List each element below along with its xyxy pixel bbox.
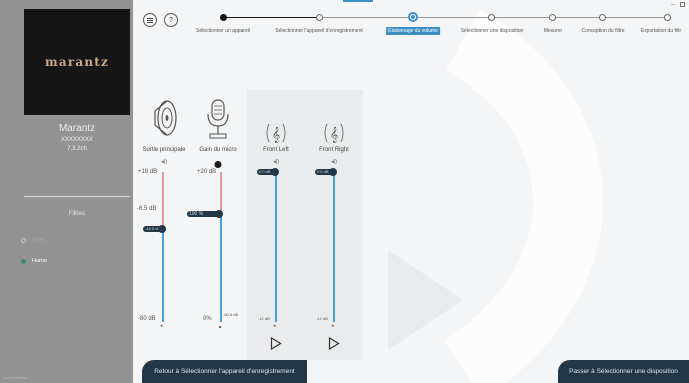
back-button[interactable]: Retour à Sélectionner l'appareil d'enreg… <box>142 360 307 383</box>
step-5-label[interactable]: Mesurer <box>544 28 562 34</box>
filters-heading: Filtres <box>68 211 86 217</box>
step-2-dot[interactable] <box>316 14 323 21</box>
front-left-label: Front Left <box>263 147 289 153</box>
step-7-label[interactable]: Exportation du filtr <box>641 28 681 34</box>
front-left-speaker-icon: ◂)) <box>273 159 279 165</box>
front-right-channel: 𝄞 Front Right ◂)) 0.0 dB -12 dB ◂ <box>305 90 363 360</box>
front-right-track <box>333 172 335 322</box>
front-right-volume-slider[interactable]: 0.0 dB <box>315 168 337 176</box>
device-config: 7.3.2ch <box>67 146 87 152</box>
front-right-label: Front Right <box>319 147 349 153</box>
mic-record-indicator[interactable] <box>214 161 222 168</box>
svg-text:𝄞: 𝄞 <box>272 127 280 143</box>
treble-clef-icon: 𝄞 <box>266 123 286 143</box>
main-output-max: +18 dB <box>138 169 158 175</box>
front-left-min: -12 dB <box>258 316 270 321</box>
step-3-label[interactable]: Étalonnage du volume <box>386 27 440 35</box>
step-2-label[interactable]: Sélectionner l'appareil d'enregistrement <box>275 28 363 34</box>
next-button[interactable]: Passer à Sélectionner une disposition <box>558 360 689 383</box>
main-area: ? – Sélectionner un appareil Sélectionne… <box>133 0 689 383</box>
front-left-channel: 𝄞 Front Left ◂)) 0.0 dB -12 dB ◂ <box>247 90 305 360</box>
mic-gain-min-dot <box>219 326 221 328</box>
step-1-label[interactable]: Sélectionner un appareil <box>196 28 250 34</box>
wizard-stepper: Sélectionner un appareil Sélectionner l'… <box>133 0 689 45</box>
device-name: Marantz <box>58 123 96 134</box>
stepper-line-done <box>223 17 319 18</box>
front-left-volume-slider[interactable]: 0.0 dB <box>257 168 279 176</box>
mic-gain-min-extra: -60.8 dB <box>223 312 239 317</box>
mic-gain-track-upper <box>220 172 222 214</box>
main-output-mute-icon[interactable]: ◂ <box>160 323 163 329</box>
front-left-play-icon[interactable] <box>270 337 282 350</box>
speaker-icon <box>154 100 177 136</box>
front-right-min: -12 dB <box>316 316 328 321</box>
step-1-dot[interactable] <box>220 14 227 21</box>
sidebar: marantz Marantz XXXXXXXX 7.3.2ch Filtres… <box>0 0 133 383</box>
sidebar-footer: Sans parents <box>3 375 27 380</box>
svg-text:𝄞: 𝄞 <box>330 127 338 143</box>
mic-gain-channel: Gain du micro +20 dB 0% -60.8 dB 100 % <box>187 90 247 360</box>
front-left-track <box>275 172 277 322</box>
step-5-dot[interactable] <box>549 14 556 21</box>
step-6-dot[interactable] <box>599 14 606 21</box>
radio-button[interactable] <box>21 237 26 243</box>
microphone-icon <box>207 99 229 139</box>
device-serial: XXXXXXXX <box>60 137 93 143</box>
step-4-dot[interactable] <box>488 14 495 21</box>
step-3-dot[interactable] <box>408 12 418 22</box>
filter-option-hurne[interactable]: Hurne <box>21 258 47 264</box>
mic-gain-slider[interactable]: 100 % <box>187 210 223 218</box>
main-output-label: Sortie principale <box>142 147 186 153</box>
main-output-volume-slider[interactable]: -18.5 dB <box>143 225 166 233</box>
mic-gain-label: Gain du micro <box>199 147 237 153</box>
treble-clef-icon: 𝄞 <box>324 123 344 143</box>
filter-option-plein[interactable]: Plein <box>21 237 44 243</box>
filter-option-label: Hurne <box>32 258 47 264</box>
radio-button[interactable] <box>21 258 26 264</box>
main-output-speaker-icon: ◂)) <box>161 159 167 165</box>
main-output-min: -80 dB <box>138 316 156 322</box>
main-output-track-lower <box>162 229 164 322</box>
mic-gain-min: 0% <box>203 316 212 322</box>
step-7-dot[interactable] <box>664 14 671 21</box>
step-6-label[interactable]: Conception du filtre <box>581 28 624 34</box>
brand-logo: marantz <box>24 9 130 115</box>
main-output-mid: -6.5 dB <box>137 206 157 212</box>
front-right-play-icon[interactable] <box>328 337 340 350</box>
sidebar-divider <box>24 196 130 197</box>
brand-logo-text: marantz <box>44 55 110 69</box>
step-4-label[interactable]: Sélectionner une disposition <box>461 28 524 34</box>
filter-option-label: Plein <box>32 237 45 243</box>
front-right-mute-icon[interactable]: ◂ <box>331 323 334 329</box>
mic-gain-track-lower <box>220 214 222 322</box>
mic-gain-max: +20 dB <box>197 169 217 175</box>
front-left-mute-icon[interactable]: ◂ <box>273 323 276 329</box>
main-output-track-upper <box>162 172 164 229</box>
main-output-channel: Sortie principale ◂)) +18 dB -6.5 dB -80… <box>135 90 193 360</box>
front-right-speaker-icon: ◂)) <box>331 159 337 165</box>
